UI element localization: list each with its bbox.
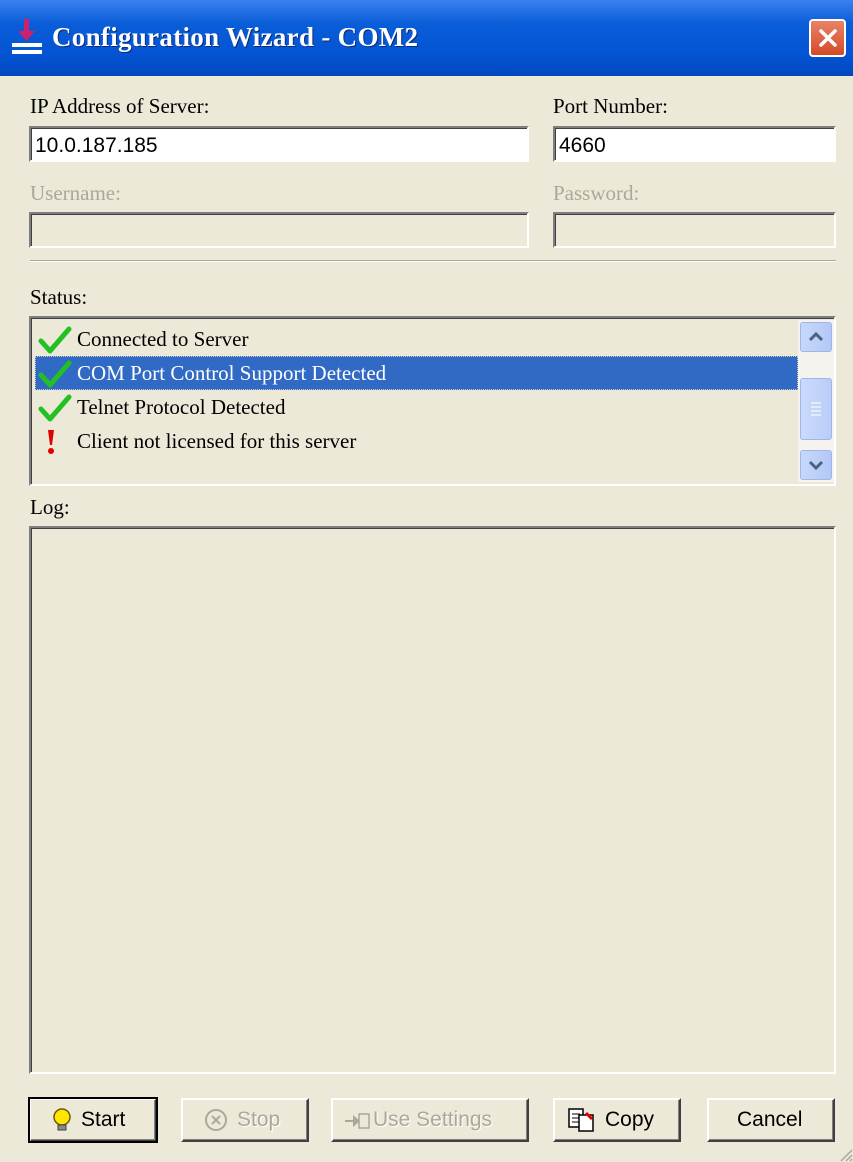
grip-icon: [811, 402, 821, 416]
apply-settings-icon: [345, 1113, 370, 1129]
stop-button-label: Stop: [237, 1108, 281, 1131]
chevron-down-icon: [808, 460, 824, 471]
check-icon: [38, 360, 72, 388]
list-item[interactable]: COM Port Control Support Detected: [35, 356, 798, 390]
username-field: [29, 212, 529, 248]
use-settings-button: Use Settings: [331, 1098, 529, 1142]
status-label: Status:: [30, 285, 88, 309]
lightbulb-icon: [53, 1108, 71, 1131]
list-item[interactable]: Telnet Protocol Detected: [35, 390, 798, 424]
copy-button-label: Copy: [605, 1108, 655, 1131]
port-number-label: Port Number:: [553, 94, 668, 118]
copy-button[interactable]: Copy: [553, 1098, 681, 1142]
ip-address-input[interactable]: 10.0.187.185: [29, 126, 529, 162]
use-settings-button-label: Use Settings: [373, 1108, 493, 1131]
ip-address-label: IP Address of Server:: [30, 94, 210, 118]
scroll-down-button[interactable]: [800, 450, 832, 480]
status-item-text: Telnet Protocol Detected: [77, 395, 286, 419]
separator: [30, 260, 836, 262]
close-icon: [819, 29, 837, 47]
cancel-button[interactable]: Cancel: [707, 1098, 835, 1142]
password-field: [553, 212, 836, 248]
start-button[interactable]: Start: [28, 1097, 158, 1143]
window-title: Configuration Wizard - COM2: [52, 22, 419, 52]
scroll-up-button[interactable]: [800, 322, 832, 352]
list-item[interactable]: Connected to Server: [35, 322, 798, 356]
chevron-up-icon: [808, 331, 824, 342]
status-list[interactable]: Connected to Server COM Port Control Sup…: [29, 316, 836, 486]
scroll-thumb[interactable]: [800, 378, 832, 440]
exclamation-icon: [48, 430, 54, 454]
title-bar[interactable]: Configuration Wizard - COM2: [0, 0, 853, 76]
stop-button: Stop: [181, 1098, 309, 1142]
log-area[interactable]: [29, 526, 836, 1074]
download-wizard-icon: [12, 19, 42, 54]
port-number-input[interactable]: 4660: [553, 126, 836, 162]
username-label: Username:: [30, 181, 121, 205]
status-item-text: Client not licensed for this server: [77, 429, 357, 453]
password-label: Password:: [553, 181, 640, 205]
copy-icon: [568, 1108, 594, 1132]
start-button-label: Start: [81, 1108, 126, 1131]
status-scrollbar[interactable]: [798, 320, 834, 482]
resize-grip-icon[interactable]: [837, 1146, 853, 1162]
close-button[interactable]: [809, 19, 846, 57]
log-label: Log:: [30, 495, 70, 519]
list-item[interactable]: Client not licensed for this server: [35, 424, 798, 458]
status-item-text: Connected to Server: [77, 327, 249, 351]
stop-icon: [205, 1109, 227, 1131]
check-icon: [38, 394, 72, 422]
cancel-button-label: Cancel: [737, 1108, 803, 1131]
status-item-text: COM Port Control Support Detected: [77, 361, 387, 385]
check-icon: [38, 326, 72, 354]
